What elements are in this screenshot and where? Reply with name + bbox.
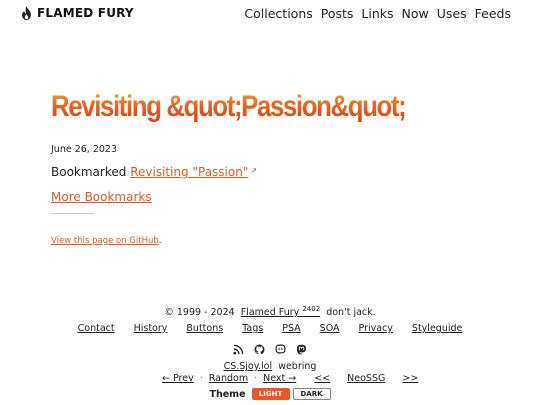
version-number: 2402	[302, 305, 321, 313]
footer-tagline: don't jack.	[326, 307, 376, 319]
neossg-next-link[interactable]: >>	[402, 373, 418, 384]
discord-icon[interactable]	[275, 343, 287, 355]
flame-icon	[22, 6, 31, 20]
footer-links: Contact History Buttons Tags PSA SOA Pri…	[0, 323, 540, 334]
neossg-link[interactable]: NeoSSG	[347, 373, 385, 384]
copyright-years: © 1999 - 2024	[164, 307, 235, 319]
theme-switcher: Theme LIGHT DARK	[0, 388, 540, 400]
webring-line: CS.Sjoy.lol webring	[0, 361, 540, 372]
mastodon-icon[interactable]	[296, 343, 308, 355]
webring-home-link[interactable]: CS.Sjoy.lol	[224, 361, 273, 372]
site-name: FLAMED FURY	[37, 6, 134, 20]
more-bookmarks-link[interactable]: More Bookmarks	[51, 190, 152, 204]
view-on-github-link[interactable]: View this page on GitHub	[51, 236, 159, 246]
github-icon[interactable]	[254, 343, 266, 355]
footer-link-soa[interactable]: SOA	[320, 323, 340, 334]
separator-dot: ·	[254, 373, 258, 384]
webring-next-link[interactable]: Next →	[263, 373, 296, 384]
owner-link[interactable]: Flamed Fury 2402	[240, 305, 321, 319]
webring-label: webring	[278, 361, 317, 372]
footer-link-styleguide[interactable]: Styleguide	[412, 323, 462, 334]
github-suffix: .	[158, 236, 162, 246]
webring-prev-link[interactable]: ← Prev	[162, 373, 194, 384]
github-line: View this page on GitHub.	[51, 236, 161, 246]
rss-icon[interactable]	[233, 343, 245, 355]
post-date: June 26, 2023	[51, 144, 118, 155]
footer-copyright: © 1999 - 2024 Flamed Fury 2402 don't jac…	[0, 305, 540, 318]
footer-link-tags[interactable]: Tags	[242, 323, 263, 334]
webring-nav: ← Prev · Random · Next → << NeoSSG >>	[162, 373, 418, 384]
social-icons	[0, 343, 540, 355]
theme-dark-button[interactable]: DARK	[292, 388, 331, 400]
site-logo[interactable]: FLAMED FURY	[20, 6, 134, 20]
footer-link-history[interactable]: History	[134, 323, 168, 334]
footer-link-psa[interactable]: PSA	[282, 323, 300, 334]
page-title: Revisiting &quot;Passion&quot;	[51, 90, 407, 123]
nav-posts[interactable]: Posts	[321, 6, 354, 21]
theme-label: Theme	[209, 388, 246, 400]
footer-link-contact[interactable]: Contact	[78, 323, 115, 334]
bookmark-link[interactable]: Revisiting "Passion"	[130, 165, 248, 179]
nav-links[interactable]: Links	[361, 6, 393, 21]
site-header: FLAMED FURY Collections Posts Links Now …	[0, 0, 540, 28]
neossg-prev-link[interactable]: <<	[314, 373, 330, 384]
webring-random-link[interactable]: Random	[209, 373, 248, 384]
divider	[51, 213, 94, 214]
bookmark-line: Bookmarked Revisiting "Passion" ↗	[51, 165, 257, 179]
footer-link-privacy[interactable]: Privacy	[359, 323, 393, 334]
nav-uses[interactable]: Uses	[437, 6, 467, 21]
separator-dot: ·	[199, 373, 203, 384]
theme-light-button[interactable]: LIGHT	[251, 388, 290, 400]
nav-feeds[interactable]: Feeds	[475, 6, 511, 21]
nav-collections[interactable]: Collections	[244, 6, 312, 21]
external-link-icon: ↗	[250, 166, 258, 175]
bookmark-prefix: Bookmarked	[51, 165, 127, 179]
main-nav: Collections Posts Links Now Uses Feeds	[244, 6, 511, 21]
nav-now[interactable]: Now	[402, 6, 429, 21]
footer-link-buttons[interactable]: Buttons	[186, 323, 223, 334]
owner-name: Flamed Fury	[240, 307, 300, 319]
